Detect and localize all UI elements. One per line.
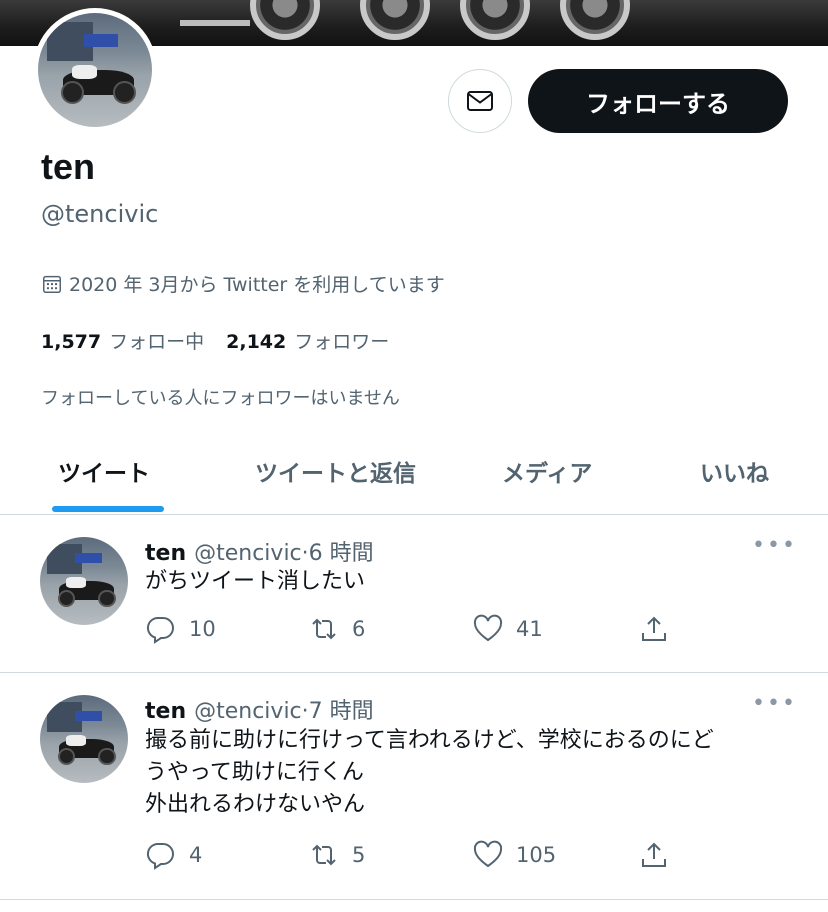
banner-wheel: [460, 0, 530, 40]
tweet[interactable]: ten @tencivic·6 時間 ••• がちツイート消したい 10 6 41: [0, 515, 828, 673]
banner-wheel: [250, 0, 320, 40]
retweet-icon: [312, 618, 336, 640]
retweet-button[interactable]: 6: [308, 613, 365, 645]
tweet-time[interactable]: ·6 時間: [302, 541, 374, 566]
tweet-author-handle[interactable]: @tencivic: [194, 699, 302, 724]
reply-count: 4: [189, 843, 203, 867]
profile-tabs: ツイート ツイートと返信 メディア いいね: [0, 440, 828, 515]
tweet-avatar[interactable]: [40, 695, 128, 783]
followers-label: フォロワー: [294, 331, 390, 353]
tweet-header: ten @tencivic·6 時間: [145, 535, 374, 567]
tweet-actions: 4 5 105: [145, 839, 705, 873]
banner-wheel: [360, 0, 430, 40]
retweet-icon: [312, 844, 336, 866]
tab-tweets-and-replies[interactable]: ツイートと返信: [255, 454, 416, 488]
following-count: 1,577: [41, 331, 102, 353]
tweet-text: 撮る前に助けに行けって言われるけど、学校におるのにど うやって助けに行くん 外出…: [145, 728, 714, 817]
tweet-author-handle[interactable]: @tencivic: [194, 541, 302, 566]
reply-button[interactable]: 4: [145, 839, 202, 871]
joined-date: 2020 年 3月から Twitter を利用しています: [41, 270, 445, 297]
tweet-actions: 10 6 41: [145, 613, 705, 647]
following-label: フォロー中: [109, 331, 205, 353]
reply-button[interactable]: 10: [145, 613, 216, 645]
heart-icon: [473, 614, 503, 642]
mail-icon: [467, 91, 493, 111]
more-icon[interactable]: •••: [752, 691, 797, 716]
retweet-count: 5: [352, 843, 366, 867]
followers-count: 2,142: [226, 331, 287, 353]
more-icon[interactable]: •••: [752, 533, 797, 558]
tweet-text: がちツイート消したい: [145, 569, 366, 594]
following-link[interactable]: 1,577 フォロー中: [41, 327, 204, 354]
share-icon: [642, 842, 666, 867]
like-count: 105: [516, 843, 557, 867]
retweet-button[interactable]: 5: [308, 839, 365, 871]
reply-icon: [146, 616, 174, 644]
tweet-author-name[interactable]: ten: [145, 541, 186, 566]
share-icon: [642, 616, 666, 641]
calendar-icon: [43, 275, 61, 293]
follow-stats: 1,577 フォロー中 2,142 フォロワー: [41, 327, 389, 354]
tweet-avatar[interactable]: [40, 537, 128, 625]
known-followers-text: フォローしている人にフォロワーはいません: [41, 388, 400, 409]
share-button[interactable]: [638, 613, 670, 645]
tab-media[interactable]: メディア: [502, 454, 592, 488]
tab-tweets[interactable]: ツイート: [58, 454, 150, 488]
tab-likes[interactable]: いいね: [700, 454, 769, 488]
profile-avatar[interactable]: [33, 8, 157, 132]
share-button[interactable]: [638, 839, 670, 871]
like-button[interactable]: 41: [472, 613, 543, 645]
reply-count: 10: [189, 617, 216, 641]
heart-icon: [473, 840, 503, 868]
tweet-header: ten @tencivic·7 時間: [145, 693, 374, 725]
tweet-author-name[interactable]: ten: [145, 699, 186, 724]
banner-detail: [180, 20, 250, 26]
profile-handle: @tencivic: [41, 200, 159, 228]
joined-text: 2020 年 3月から Twitter を利用しています: [69, 274, 445, 296]
tweet-time[interactable]: ·7 時間: [302, 699, 374, 724]
profile-name: ten: [41, 146, 95, 187]
banner-wheel: [560, 0, 630, 40]
message-button[interactable]: [448, 69, 512, 133]
follow-button[interactable]: フォローする: [528, 69, 788, 133]
active-tab-indicator: [52, 506, 164, 512]
followers-link[interactable]: 2,142 フォロワー: [226, 327, 389, 354]
like-count: 41: [516, 617, 543, 641]
like-button[interactable]: 105: [472, 839, 556, 871]
retweet-count: 6: [352, 617, 366, 641]
tweet[interactable]: ten @tencivic·7 時間 ••• 撮る前に助けに行けって言われるけど、…: [0, 673, 828, 900]
reply-icon: [146, 842, 174, 870]
